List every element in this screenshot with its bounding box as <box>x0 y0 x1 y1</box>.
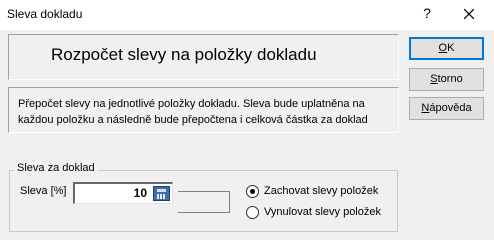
radio-label-reset[interactable]: Vynulovat slevy položek <box>264 206 381 218</box>
groupbox-label: Sleva za doklad <box>14 162 98 174</box>
discount-field-label: Sleva [%] <box>20 185 67 197</box>
description-panel: Přepočet slevy na jednotlivé položky dok… <box>8 87 399 133</box>
title-bar: Sleva dokladu ? <box>0 0 494 30</box>
help-button[interactable]: Nápověda <box>409 97 484 120</box>
radio-label-keep[interactable]: Zachovat slevy položek <box>264 185 378 197</box>
help-icon[interactable]: ? <box>420 5 434 21</box>
ok-button[interactable]: OK <box>409 37 484 60</box>
description-text: Přepočet slevy na jednotlivé položky dok… <box>18 98 368 126</box>
window-title: Sleva dokladu <box>7 7 83 21</box>
cancel-button[interactable]: Storno <box>409 68 484 91</box>
close-icon[interactable] <box>457 3 481 25</box>
calculator-icon[interactable] <box>153 186 170 201</box>
radio-button-selected[interactable] <box>246 185 259 198</box>
header-panel: Rozpočet slevy na položky dokladu <box>8 34 399 80</box>
discount-input[interactable]: 10 <box>73 182 173 204</box>
radio-button[interactable] <box>246 206 259 219</box>
connector-line <box>178 191 230 213</box>
discount-value[interactable]: 10 <box>134 186 147 200</box>
page-title: Rozpočet slevy na položky dokladu <box>51 45 317 64</box>
